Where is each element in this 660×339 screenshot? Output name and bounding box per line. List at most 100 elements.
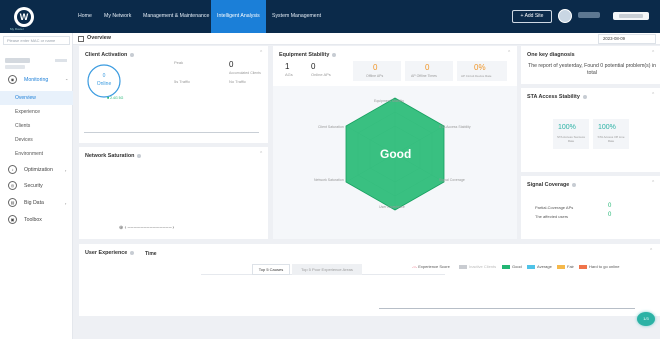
collapse-icon[interactable]: ⌃ bbox=[259, 50, 263, 56]
sidebar-sub-environment[interactable]: Environment bbox=[15, 151, 43, 157]
affected-users-label: The affected users bbox=[535, 214, 569, 219]
account-name-redacted bbox=[578, 12, 600, 18]
nav-intelligent-analysis[interactable]: Intelligent Analysis bbox=[211, 0, 266, 33]
legend-experience-score: -○- Experience Score bbox=[412, 264, 450, 269]
line-marker-icon: -○- bbox=[412, 264, 418, 269]
ap-offline-times-box: 0 AP Offline Times bbox=[405, 61, 453, 81]
card-title: Equipment Stability bbox=[279, 52, 330, 58]
sidebar-sub-experience[interactable]: Experience bbox=[15, 109, 40, 115]
signal-coverage-card: Signal Coverage ⌃ Partial-Coverage APs 0… bbox=[521, 176, 660, 239]
security-icon: ◎ bbox=[8, 181, 17, 190]
big-data-icon: ▤ bbox=[8, 198, 17, 207]
time-label[interactable]: Time bbox=[145, 251, 157, 257]
grade-label: Good bbox=[380, 147, 412, 161]
partial-coverage-label: Partial-Coverage APs bbox=[535, 205, 574, 210]
date-picker[interactable]: 2023-08-09 bbox=[598, 34, 656, 44]
user-experience-card: User Experience Time ⌃ Top 5 Causes Top … bbox=[79, 244, 660, 316]
sidebar-sub-clients[interactable]: Clients bbox=[15, 123, 30, 129]
tab-top-5-causes[interactable]: Top 5 Causes bbox=[252, 264, 290, 275]
sta-offline-box: 100% STA Access Off Line Rate bbox=[593, 119, 629, 149]
nav-home[interactable]: Home bbox=[72, 0, 98, 33]
ags-label: AGs bbox=[285, 72, 293, 77]
collapse-icon[interactable]: ⌃ bbox=[651, 50, 655, 56]
network-saturation-card: Network Saturation ⌃ ⊕ ‹ ‒ ‒ ‒ ‒ ‒ ‒ ‒ ‒… bbox=[79, 147, 268, 239]
peak-label: Peak bbox=[174, 60, 184, 65]
sidebar: Please enter MAC or name ◉ Monitoring ⌃ … bbox=[0, 33, 73, 339]
collapse-icon[interactable]: ⌃ bbox=[651, 92, 655, 98]
nav-system-management[interactable]: System Management bbox=[266, 0, 327, 33]
help-icon[interactable] bbox=[130, 52, 135, 57]
equipment-stability-card: Equipment Stability ⌃ 1 AGs 0 Online APs… bbox=[273, 46, 517, 239]
collapse-icon[interactable]: ⌃ bbox=[507, 50, 511, 56]
site-selector[interactable] bbox=[5, 55, 68, 69]
collapse-icon[interactable]: ⌃ bbox=[259, 151, 263, 157]
radar-label-equipment: Equipment Stability bbox=[374, 99, 404, 103]
avatar[interactable] bbox=[558, 9, 572, 23]
carousel-pager[interactable]: ⊕ ‹ ‒ ‒ ‒ ‒ ‒ ‒ ‒ ‒ ‒ ‒ ‒ ‒ ‒ ‒ › bbox=[119, 225, 174, 231]
radar-label-experience: User Experience bbox=[379, 205, 405, 209]
toolbox-icon: ▣ bbox=[8, 215, 17, 224]
online-aps-value: 0 bbox=[311, 62, 316, 71]
page-title: Overview bbox=[87, 35, 111, 41]
radar-label-network: Network Saturation bbox=[314, 178, 344, 182]
peak-value: 0 bbox=[229, 60, 234, 69]
active-sub-highlight bbox=[0, 91, 73, 105]
floating-assistant-button[interactable]: 1/3 bbox=[637, 312, 655, 326]
grid-icon bbox=[78, 36, 84, 42]
traffic-label: 5s Traffic bbox=[174, 79, 191, 84]
help-icon[interactable] bbox=[572, 182, 577, 187]
chevron-right-icon: › bbox=[65, 201, 67, 206]
traffic-value: No Traffic bbox=[229, 79, 247, 84]
legend-fair: Fair bbox=[557, 264, 574, 269]
nav-my-network[interactable]: My Network bbox=[98, 0, 137, 33]
offline-aps-box: 0 Offline APs bbox=[353, 61, 401, 81]
peak-sub: Accumulated Clients bbox=[229, 71, 261, 75]
ring-label: Online bbox=[96, 81, 112, 87]
account-selector[interactable] bbox=[613, 12, 649, 20]
client-activation-card: Client Activation ⌃ 0 Online ■ 2.4G 5G P… bbox=[79, 46, 268, 143]
logo-caption: My Router bbox=[10, 27, 24, 31]
legend-good: Good bbox=[502, 264, 522, 269]
sidebar-sub-devices[interactable]: Devices bbox=[15, 137, 33, 143]
card-title: STA Access Stability bbox=[527, 94, 580, 100]
nav-management-maintenance[interactable]: Management & Maintenance bbox=[137, 0, 215, 33]
radar-label-sta: STA Access Stability bbox=[439, 125, 471, 129]
top-navigation-bar: W My Router Home My Network Management &… bbox=[0, 0, 660, 33]
collapse-icon[interactable]: ⌃ bbox=[649, 248, 653, 254]
search-input[interactable]: Please enter MAC or name bbox=[3, 36, 70, 45]
sidebar-sub-overview[interactable]: Overview bbox=[15, 95, 36, 101]
legend-hard-to-go-online: Hard to go online bbox=[579, 264, 619, 269]
card-title: Client Activation bbox=[85, 52, 128, 58]
help-icon[interactable] bbox=[137, 153, 142, 158]
card-title: One key diagnosis bbox=[527, 52, 575, 58]
partial-coverage-value: 0 bbox=[608, 203, 612, 209]
radar-label-client: Client Saturation bbox=[318, 125, 344, 129]
ags-value: 1 bbox=[285, 62, 290, 71]
help-icon[interactable] bbox=[332, 52, 337, 57]
divider bbox=[84, 132, 259, 133]
radar-chart bbox=[345, 97, 445, 211]
monitor-icon: ◉ bbox=[8, 75, 17, 84]
radar-area: Good Equipment Stability STA Access Stab… bbox=[273, 86, 517, 239]
legend-inactive-clients: Inactive Clients bbox=[459, 264, 496, 269]
card-title: Signal Coverage bbox=[527, 182, 570, 188]
chevron-right-icon: › bbox=[65, 168, 67, 173]
card-title: Network Saturation bbox=[85, 153, 135, 159]
tab-top-5-poor-areas[interactable]: Top 5 Poor Experience Areas bbox=[292, 264, 362, 275]
diagnosis-text[interactable]: The report of yesterday, Found 0 potenti… bbox=[524, 63, 660, 77]
help-icon[interactable] bbox=[130, 250, 135, 255]
brand-logo[interactable]: W bbox=[13, 6, 35, 28]
chevron-up-icon: ⌃ bbox=[65, 78, 69, 83]
ring-value: 0 bbox=[102, 73, 106, 79]
chart-axis bbox=[379, 308, 635, 309]
help-icon[interactable] bbox=[582, 94, 587, 99]
band-legend: ■ 2.4G 5G bbox=[107, 96, 124, 100]
legend-average: Average bbox=[527, 264, 552, 269]
collapse-icon[interactable]: ⌃ bbox=[651, 180, 655, 186]
one-key-diagnosis-card: One key diagnosis ⌃ The report of yester… bbox=[521, 46, 660, 84]
add-site-button[interactable]: + Add Site bbox=[512, 10, 552, 23]
radar-label-signal: Signal Coverage bbox=[439, 178, 465, 182]
online-aps-label: Online APs bbox=[311, 72, 331, 77]
breadcrumb: Overview bbox=[73, 33, 660, 45]
card-title: User Experience bbox=[85, 250, 128, 256]
